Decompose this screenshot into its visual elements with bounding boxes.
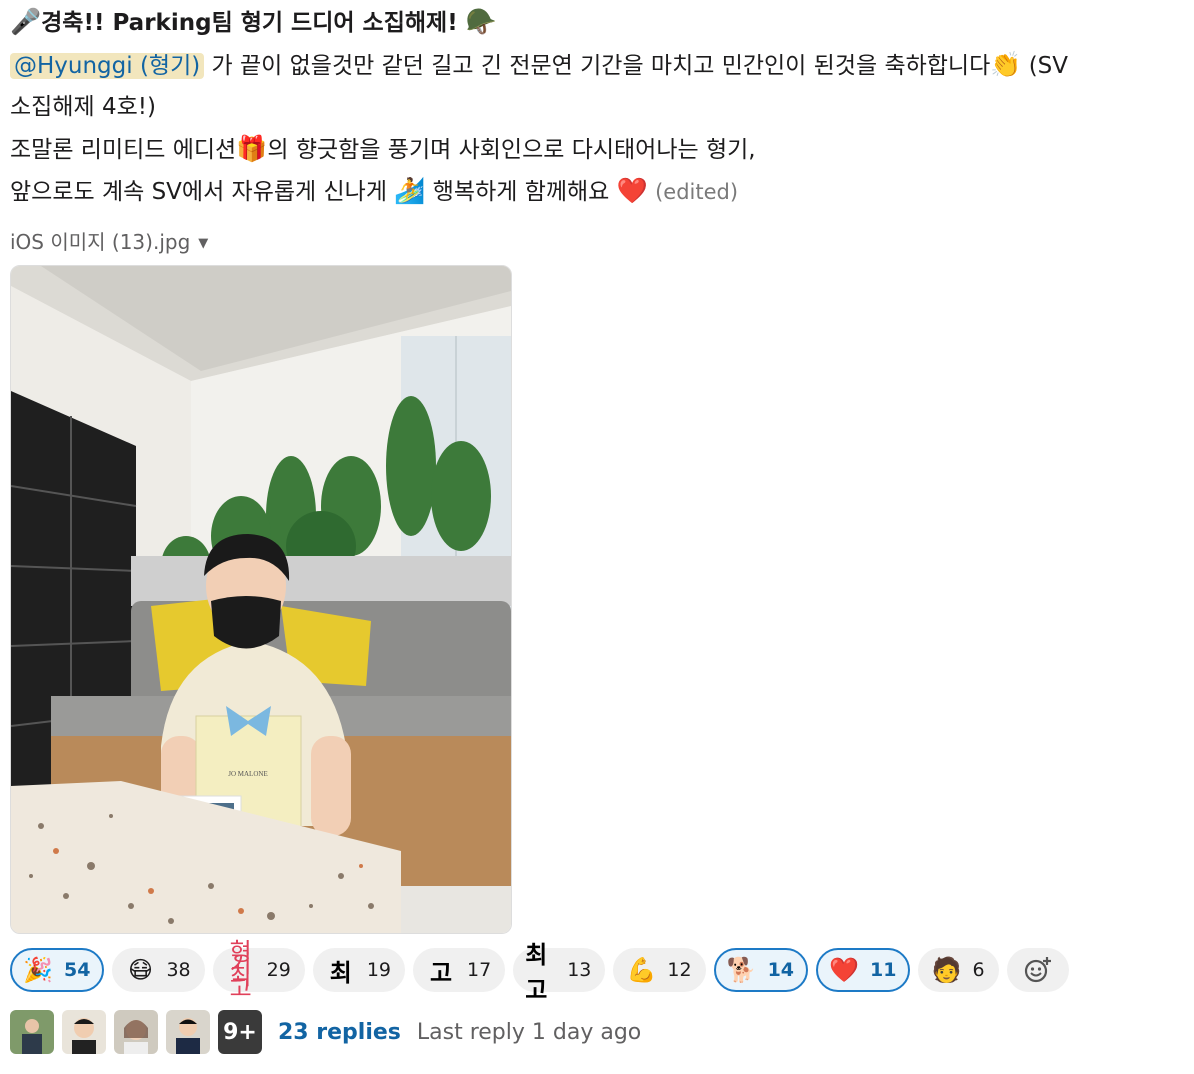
add-reaction-button[interactable] xyxy=(1006,948,1069,992)
reaction-count: 13 xyxy=(567,959,592,981)
body-line-1: @Hyunggi (형기) 가 끝이 없을것만 같던 길고 긴 전문연 기간을 … xyxy=(10,44,1190,86)
body-line-2: 소집해제 4호!) xyxy=(10,94,156,120)
reaction-count: 17 xyxy=(467,959,492,981)
reactions-bar: 🎉 54 😷 38 형기 최고 29 최 19 고 17 최고 13 💪 12 🐕 14 ❤️ 1… xyxy=(10,938,1069,1004)
flexed-biceps-icon: 💪 xyxy=(626,956,657,984)
reaction-doge[interactable]: 🐕 14 xyxy=(713,948,809,992)
body-text-1: 가 끝이 없을것만 같던 길고 긴 전문연 기간을 마치고 민간인이 된것을 축… xyxy=(204,53,991,79)
file-name-toggle[interactable]: iOS 이미지 (13).jpg ▼ xyxy=(10,226,208,255)
reaction-count: 29 xyxy=(266,959,291,981)
user-mention[interactable]: @Hyunggi (형기) xyxy=(10,53,205,79)
message: 🎤경축!! Parking팀 형기 드디어 소집해제! 🪖 @Hyunggi (… xyxy=(10,2,1190,212)
add-emoji-icon xyxy=(1022,954,1054,986)
avatar xyxy=(114,1010,158,1054)
party-popper-icon: 🎉 xyxy=(23,956,53,984)
attached-photo[interactable]: JO MALONE xyxy=(10,265,512,934)
reaction-choego[interactable]: 최고 13 xyxy=(513,941,606,1004)
edited-label: (edited) xyxy=(655,180,739,204)
body-text-3a: 조말론 리미티드 에디션 xyxy=(10,137,237,163)
body-line-3: 조말론 리미티드 에디션🎁의 향긋함을 풍기며 사회인으로 다시태어나는 형기, xyxy=(10,128,1190,170)
reaction-count: 54 xyxy=(64,959,91,981)
file-name: iOS 이미지 (13).jpg xyxy=(10,230,191,254)
svg-text:JO MALONE: JO MALONE xyxy=(228,770,267,778)
clap-icon: 👏 xyxy=(990,50,1022,79)
reaction-choi[interactable]: 최 19 xyxy=(312,948,406,992)
choego-text-icon: 최고 xyxy=(525,941,548,1004)
reaction-person[interactable]: 🧑 6 xyxy=(918,948,999,992)
more-avatars-badge: 9+ xyxy=(218,1010,262,1054)
gift-icon: 🎁 xyxy=(236,134,268,163)
heart-icon: ❤️ xyxy=(616,176,648,205)
surfer-icon: 🏄 xyxy=(394,176,426,205)
reaction-mask[interactable]: 😷 38 xyxy=(112,948,205,992)
body-text-4a: 앞으로도 계속 SV에서 자유롭게 신나게 xyxy=(10,179,395,205)
reaction-muscle[interactable]: 💪 12 xyxy=(613,948,706,992)
reaction-go[interactable]: 고 17 xyxy=(413,948,506,992)
doge-sunglasses-icon: 🐕 xyxy=(726,956,757,984)
reaction-count: 6 xyxy=(972,959,985,981)
reaction-tada[interactable]: 🎉 54 xyxy=(10,948,105,992)
photo-illustration: JO MALONE xyxy=(11,266,511,933)
face-with-mask-icon: 😷 xyxy=(127,956,153,984)
military-helmet-icon: 🪖 xyxy=(465,7,497,36)
hyunggi-best-custom-icon: 형기 최고 xyxy=(229,938,252,1002)
message-body: @Hyunggi (형기) 가 끝이 없을것만 같던 길고 긴 전문연 기간을 … xyxy=(10,44,1190,212)
go-text-icon: 고 xyxy=(429,958,453,987)
reaction-count: 19 xyxy=(366,959,392,981)
avatar xyxy=(62,1010,106,1054)
body-text-3b: 의 향긋함을 풍기며 사회인으로 다시태어나는 형기, xyxy=(267,137,756,163)
person-photo-icon: 🧑 xyxy=(931,956,962,984)
reaction-count: 12 xyxy=(667,959,692,981)
avatar xyxy=(10,1010,54,1054)
microphone-icon: 🎤 xyxy=(10,7,42,36)
replies-link[interactable]: 23 replies xyxy=(278,1020,401,1045)
body-text-4b: 행복하게 함께해요 xyxy=(425,179,617,205)
avatar xyxy=(166,1010,210,1054)
reaction-heart[interactable]: ❤️ 11 xyxy=(816,948,911,992)
message-title: 경축!! Parking팀 형기 드디어 소집해제! xyxy=(41,10,458,36)
body-line-4: 앞으로도 계속 SV에서 자유롭게 신나게 🏄 행복하게 함께해요 ❤️ (ed… xyxy=(10,170,1190,212)
caret-down-icon: ▼ xyxy=(198,236,209,251)
thread-summary[interactable]: 9+ 23 replies Last reply 1 day ago xyxy=(10,1010,641,1054)
reaction-count: 38 xyxy=(166,959,191,981)
reaction-count: 14 xyxy=(767,959,795,981)
body-text-1-tail: (SV xyxy=(1021,53,1069,79)
red-heart-icon: ❤️ xyxy=(829,956,859,984)
reaction-count: 11 xyxy=(870,959,897,981)
choi-text-icon: 최 xyxy=(329,958,352,987)
last-reply-time: Last reply 1 day ago xyxy=(416,1019,642,1045)
reaction-hyunggi-best[interactable]: 형기 최고 29 xyxy=(212,938,305,1002)
message-title-line: 🎤경축!! Parking팀 형기 드디어 소집해제! 🪖 xyxy=(10,2,1190,44)
